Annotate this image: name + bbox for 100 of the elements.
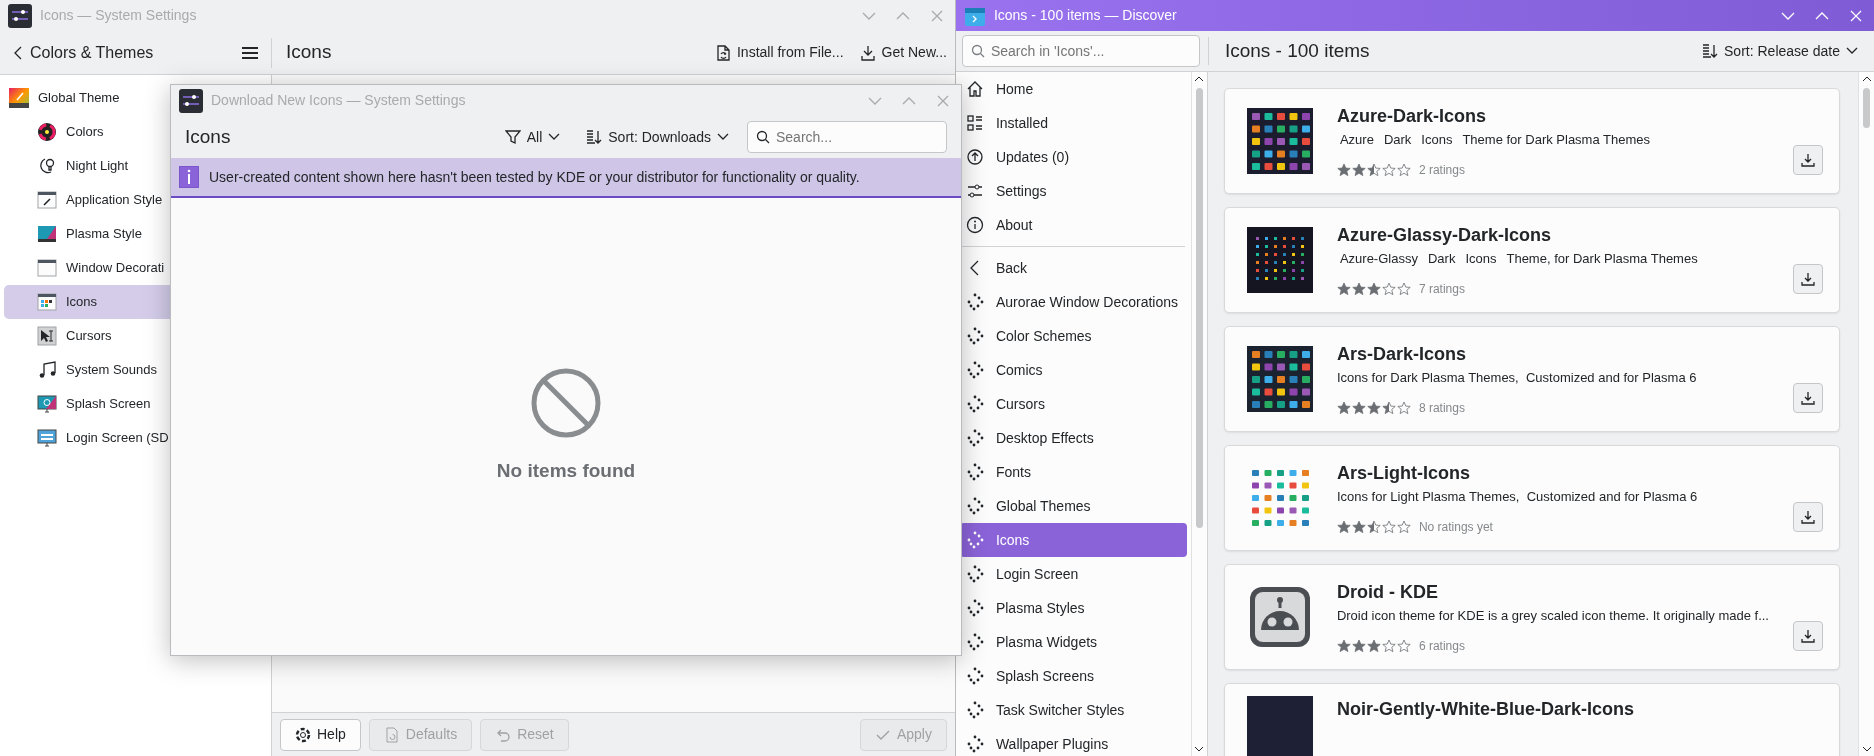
chevron-up-icon[interactable]	[1861, 76, 1872, 82]
rating-count: 6 ratings	[1418, 638, 1465, 656]
star-icon	[1336, 282, 1351, 297]
dotted-arrow-icon	[965, 293, 984, 311]
star-icon	[1351, 163, 1366, 178]
sidebar-item[interactable]: Global Themes	[959, 489, 1187, 523]
sidebar-item[interactable]: Login Screen	[959, 557, 1187, 591]
sidebar-item[interactable]: Updates (0)	[959, 140, 1187, 174]
chevron-down-icon[interactable]	[1861, 746, 1872, 752]
sidebar-item[interactable]: Comics	[959, 353, 1187, 387]
sidebar-item[interactable]: Splash Screens	[959, 659, 1187, 693]
item-card[interactable]: Azure-Dark-Icons Azure Dark Icons Theme for Dark Plasma Themes 2 ratings	[1223, 88, 1840, 194]
sidebar-item[interactable]: Plasma Styles	[959, 591, 1187, 625]
back-button[interactable]: Colors & Themes	[0, 40, 162, 65]
item-card[interactable]: Azure-Glassy-Dark-Icons Azure-Glassy Dark Icons Theme, for Dark Plasma Themes 7 ratings	[1223, 207, 1840, 313]
sidebar-item[interactable]: Icons	[959, 523, 1187, 557]
sidebar-item[interactable]: Back	[959, 251, 1187, 285]
info-icon	[179, 166, 199, 188]
dotted-arrow-icon	[965, 395, 984, 413]
toolbar-button[interactable]: Get New...	[851, 42, 955, 63]
scrollbar-thumb[interactable]	[1195, 88, 1203, 528]
install-button[interactable]	[1793, 145, 1823, 175]
sidebar-item[interactable]: Wallpaper Plugins	[959, 727, 1187, 756]
item-title: Noir-Gently-White-Blue-Dark-Icons	[1336, 698, 1635, 721]
sidebar-item[interactable]: Cursors	[959, 387, 1187, 421]
download-icon	[859, 44, 876, 61]
star-icon	[1396, 401, 1411, 416]
search-field[interactable]: Search in 'Icons'...	[961, 35, 1200, 67]
sidebar-item[interactable]: System Sounds	[4, 353, 267, 387]
sidebar-item[interactable]: Color Schemes	[959, 319, 1187, 353]
item-title: Azure-Dark-Icons	[1336, 104, 1487, 128]
star-icon	[1381, 401, 1396, 416]
sidebar-item[interactable]: Settings	[959, 174, 1187, 208]
icon-grid-picture	[1246, 346, 1313, 412]
rating-count: 8 ratings	[1418, 400, 1465, 418]
download-icon	[1800, 152, 1816, 168]
item-card[interactable]: Noir-Gently-White-Blue-Dark-Icons	[1223, 683, 1840, 756]
tag-label: Azure-Glassy	[1339, 249, 1418, 268]
star-icon	[1381, 639, 1396, 654]
window-title: Download New Icons — System Settings	[211, 91, 466, 110]
star-icon	[1336, 401, 1351, 416]
filter-dropdown[interactable]: All	[496, 126, 569, 148]
sidebar-item[interactable]: Window Decorati	[4, 251, 267, 285]
toolbar-button[interactable]: Install from File...	[706, 42, 852, 63]
monitor-icon	[37, 428, 57, 448]
dotted-arrow-icon	[965, 633, 984, 651]
footer-button[interactable]: Help	[280, 718, 361, 751]
sidebar-item[interactable]: About	[959, 208, 1187, 242]
sidebar-item[interactable]: Desktop Effects	[959, 421, 1187, 455]
install-button[interactable]	[1793, 264, 1823, 294]
sidebar-item[interactable]: Task Switcher Styles	[959, 693, 1187, 727]
star-icon	[1396, 520, 1411, 535]
sort-dropdown[interactable]: Sort: Downloads	[578, 126, 737, 148]
sliders-app-icon	[179, 88, 203, 113]
icon-grid-picture	[1246, 108, 1313, 174]
music-note-icon	[37, 360, 57, 380]
chevron-down-icon	[717, 133, 729, 141]
sidebar-item[interactable]: Cursors	[4, 319, 267, 353]
star-icon	[1351, 639, 1366, 654]
scrollbar[interactable]	[1858, 72, 1874, 756]
install-button[interactable]	[1793, 383, 1823, 413]
page-title: Icons	[286, 40, 332, 65]
empty-message: No items found	[496, 459, 636, 484]
home-icon	[965, 80, 984, 98]
star-icon	[1366, 163, 1381, 178]
item-card[interactable]: Droid - KDE Droid icon theme for KDE is a grey scaled icon theme. It originally made f... 6 ratings	[1223, 564, 1840, 670]
dialog-heading: Icons	[185, 124, 231, 149]
tag-label: Azure	[1339, 130, 1374, 149]
sort-dropdown[interactable]: Sort: Release date	[1694, 40, 1866, 62]
chevron-up-icon[interactable]	[1194, 76, 1205, 82]
item-card[interactable]: Ars-Light-Icons Icons for Light Plasma Themes, Customized and for Plasma 6 No ratings yet	[1223, 445, 1840, 551]
document-icon	[714, 44, 731, 61]
sidebar-item[interactable]: Home	[959, 72, 1187, 106]
sort-icon	[1702, 43, 1719, 59]
chevron-down-icon[interactable]	[1194, 746, 1205, 752]
dotted-arrow-icon	[965, 701, 984, 719]
rating-count: 2 ratings	[1418, 162, 1465, 180]
sidebar-item[interactable]: Installed	[959, 106, 1187, 140]
install-button[interactable]	[1793, 502, 1823, 532]
dotted-arrow-icon	[965, 361, 984, 379]
dotted-arrow-icon	[965, 327, 984, 345]
download-icon	[1800, 390, 1816, 406]
dotted-arrow-icon	[965, 497, 984, 515]
scrollbar-thumb[interactable]	[1863, 88, 1870, 128]
search-field[interactable]: Search...	[747, 121, 947, 153]
star-icon	[1336, 163, 1351, 178]
sidebar-item[interactable]: Plasma Widgets	[959, 625, 1187, 659]
filter-icon	[504, 129, 521, 145]
item-card[interactable]: Ars-Dark-Icons Icons for Dark Plasma Themes, Customized and for Plasma 6 8 ratings	[1223, 326, 1840, 432]
sidebar-item[interactable]: Fonts	[959, 455, 1187, 489]
item-title: Azure-Glassy-Dark-Icons	[1336, 223, 1552, 247]
star-icon	[1366, 639, 1381, 654]
star-icon	[1366, 401, 1381, 416]
star-icon	[1351, 282, 1366, 297]
window-brush-icon	[37, 190, 57, 210]
dotted-arrow-icon	[965, 667, 984, 685]
install-button[interactable]	[1793, 621, 1823, 651]
sidebar-item[interactable]: Aurorae Window Decorations	[959, 285, 1187, 319]
sidebar-item[interactable]: Login Screen (SD	[4, 421, 267, 455]
tag-label: Icons	[1465, 249, 1497, 268]
